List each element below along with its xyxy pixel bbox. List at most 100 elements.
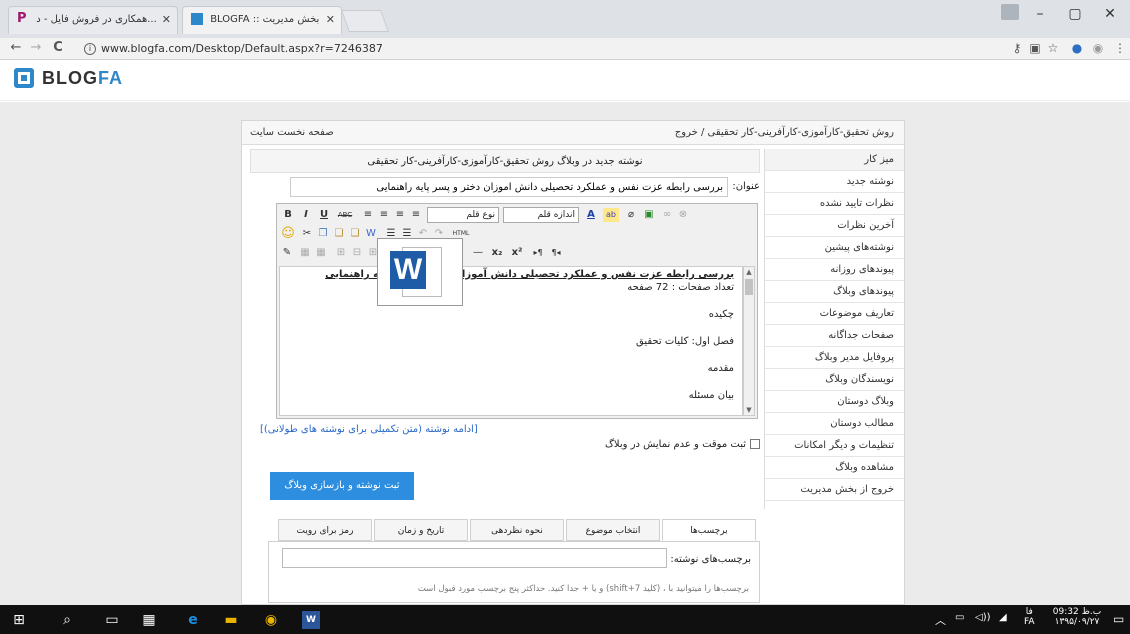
back-button[interactable]: ← bbox=[8, 40, 24, 55]
horizontal-rule-icon[interactable]: — bbox=[471, 246, 485, 260]
extension-icon[interactable]: ◉ bbox=[1090, 41, 1106, 55]
superscript-button[interactable]: x² bbox=[509, 246, 525, 260]
sidebar-item-view-blog[interactable]: مشاهده وبلاگ bbox=[765, 457, 904, 479]
reload-button[interactable]: C bbox=[50, 40, 66, 55]
delete-row-icon[interactable]: ⊟ bbox=[351, 246, 363, 260]
edge-icon[interactable]: e bbox=[184, 611, 202, 629]
sidebar-item-previous-posts[interactable]: نوشته‌های پیشین bbox=[765, 237, 904, 259]
unlink-icon[interactable]: ⊗ bbox=[677, 208, 689, 222]
table-icon[interactable]: ▦ bbox=[299, 246, 311, 260]
info-icon[interactable]: i bbox=[84, 43, 96, 55]
notifications-icon[interactable]: ▭ bbox=[1113, 612, 1124, 626]
paste-icon[interactable]: ❏ bbox=[333, 227, 345, 241]
align-left-icon[interactable]: ≡ bbox=[393, 208, 407, 222]
sidebar-item-friend-posts[interactable]: مطالب دوستان bbox=[765, 413, 904, 435]
word-icon[interactable]: W bbox=[302, 611, 320, 629]
close-tab-icon[interactable]: ✕ bbox=[162, 7, 171, 33]
tab-date-time[interactable]: تاریخ و زمان bbox=[374, 519, 468, 541]
text-color-button[interactable]: A bbox=[585, 208, 597, 222]
draft-checkbox[interactable] bbox=[750, 439, 760, 449]
continue-post-link[interactable]: [ادامه نوشته (متن تکمیلی برای نوشته های … bbox=[260, 424, 478, 435]
rtl-icon[interactable]: ¶◂ bbox=[549, 246, 563, 260]
volume-icon[interactable]: ◁)) bbox=[975, 612, 991, 623]
sidebar-item-settings[interactable]: تنظیمات و دیگر امکانات bbox=[765, 435, 904, 457]
address-bar[interactable]: i www.blogfa.com/Desktop/Default.aspx?r=7… bbox=[84, 39, 884, 58]
network-icon[interactable]: ◢ bbox=[999, 612, 1007, 623]
font-family-select[interactable]: نوع قلم bbox=[427, 207, 499, 223]
italic-button[interactable]: I bbox=[301, 208, 311, 222]
tab-affiliate[interactable]: P همکاری در فروش فایل - د... ✕ bbox=[8, 6, 178, 34]
windows-start-icon[interactable]: ⊞ bbox=[10, 611, 28, 629]
post-title-input[interactable] bbox=[290, 177, 728, 197]
sidebar-item-latest-comments[interactable]: آخرین نظرات bbox=[765, 215, 904, 237]
translate-icon[interactable]: ▣ bbox=[1027, 41, 1043, 55]
tray-chevron-icon[interactable]: ︿ bbox=[935, 612, 946, 628]
eraser-icon[interactable]: ⌀ bbox=[625, 208, 637, 222]
tab-comment-mode[interactable]: نحوه نظردهی bbox=[470, 519, 564, 541]
save-post-button[interactable]: ثبت نوشته و بازسازی وبلاگ bbox=[270, 472, 414, 500]
strikethrough-button[interactable]: ABC bbox=[335, 208, 355, 222]
scroll-thumb[interactable] bbox=[745, 279, 753, 295]
justify-icon[interactable]: ≡ bbox=[409, 208, 423, 222]
sidebar-item-categories[interactable]: تعاریف موضوعات bbox=[765, 303, 904, 325]
paste-text-icon[interactable]: ❏ bbox=[349, 227, 361, 241]
file-explorer-icon[interactable]: ▬ bbox=[222, 611, 240, 629]
close-window-button[interactable]: ✕ bbox=[1095, 6, 1125, 22]
sidebar-item-pages[interactable]: صفحات جداگانه bbox=[765, 325, 904, 347]
edit-table-icon[interactable]: ✎ bbox=[281, 246, 293, 260]
font-size-select[interactable]: اندازه قلم bbox=[503, 207, 579, 223]
link-icon[interactable]: ∞ bbox=[661, 208, 673, 222]
sidebar-item-blog-links[interactable]: پیوندهای وبلاگ bbox=[765, 281, 904, 303]
battery-icon[interactable]: ▭ bbox=[955, 612, 964, 623]
scroll-up-icon[interactable]: ▲ bbox=[744, 268, 754, 276]
tab-tags[interactable]: برچسب‌ها bbox=[662, 519, 756, 541]
editor-content[interactable]: بررسی رابطه عزت نفس و عملکرد تحصیلی دانش… bbox=[279, 266, 743, 416]
profile-icon[interactable] bbox=[1001, 4, 1019, 20]
new-tab-button[interactable] bbox=[340, 10, 390, 32]
emoticon-icon[interactable]: ☺ bbox=[281, 227, 295, 241]
star-icon[interactable]: ☆ bbox=[1045, 41, 1061, 55]
sidebar-item-friend-blogs[interactable]: وبلاگ دوستان bbox=[765, 391, 904, 413]
blogfa-logo-text[interactable]: BLOGFA bbox=[42, 68, 123, 89]
tab-password[interactable]: رمز برای رویت bbox=[278, 519, 372, 541]
sidebar-item-logout[interactable]: خروج از بخش مدیریت bbox=[765, 479, 904, 501]
maximize-button[interactable]: ▢ bbox=[1060, 6, 1090, 22]
tab-category[interactable]: انتخاب موضوع bbox=[566, 519, 660, 541]
subscript-button[interactable]: x₂ bbox=[489, 246, 505, 260]
sidebar-item-authors[interactable]: نویسندگان وبلاگ bbox=[765, 369, 904, 391]
chrome-icon[interactable]: ◉ bbox=[262, 611, 280, 629]
tags-input[interactable] bbox=[282, 548, 667, 568]
tab-blogfa[interactable]: BLOGFA :: بخش مدیریت ✕ bbox=[182, 6, 342, 34]
highlight-button[interactable]: ab bbox=[603, 208, 619, 222]
site-home-link[interactable]: صفحه نخست سایت bbox=[250, 127, 334, 138]
close-tab-icon[interactable]: ✕ bbox=[326, 7, 335, 33]
align-right-icon[interactable]: ≡ bbox=[361, 208, 375, 222]
editor-scrollbar[interactable]: ▲ ▼ bbox=[743, 266, 755, 416]
minimize-button[interactable]: – bbox=[1025, 6, 1055, 22]
search-icon[interactable]: ⌕ bbox=[58, 611, 76, 629]
key-icon[interactable]: ⚷ bbox=[1009, 41, 1025, 55]
underline-button[interactable]: U bbox=[319, 208, 329, 222]
menu-icon[interactable]: ⋮ bbox=[1112, 41, 1128, 55]
ltr-icon[interactable]: ▸¶ bbox=[531, 246, 545, 260]
sidebar-item-pending-comments[interactable]: نظرات تایید نشده bbox=[765, 193, 904, 215]
cut-icon[interactable]: ✂ bbox=[301, 227, 313, 241]
breadcrumb[interactable]: روش تحقیق-کارآموزی-کارآفرینی-کار تحقیقی … bbox=[675, 127, 894, 138]
sidebar-item-daily-links[interactable]: پیوندهای روزانه bbox=[765, 259, 904, 281]
bold-button[interactable]: B bbox=[283, 208, 293, 222]
table-cells-icon[interactable]: ▦ bbox=[315, 246, 327, 260]
clock[interactable]: 09:32 ب.ظ ۱۳۹۵/۰۹/۲۷ bbox=[1048, 607, 1106, 627]
sidebar-item-dashboard[interactable]: میز کار bbox=[765, 149, 904, 171]
language-indicator[interactable]: فا FA bbox=[1024, 607, 1035, 627]
forward-button[interactable]: → bbox=[28, 40, 44, 55]
copy-icon[interactable]: ❐ bbox=[317, 227, 329, 241]
sidebar-item-new-post[interactable]: نوشته جدید bbox=[765, 171, 904, 193]
sidebar-item-profile[interactable]: پروفایل مدیر وبلاگ bbox=[765, 347, 904, 369]
task-view-icon[interactable]: ▭ bbox=[103, 611, 121, 629]
insert-row-icon[interactable]: ⊞ bbox=[335, 246, 347, 260]
paste-word-icon[interactable]: W bbox=[365, 227, 377, 241]
scroll-down-icon[interactable]: ▼ bbox=[744, 406, 754, 414]
calculator-icon[interactable]: ▦ bbox=[140, 611, 158, 629]
align-center-icon[interactable]: ≡ bbox=[377, 208, 391, 222]
image-icon[interactable]: ▣ bbox=[643, 208, 655, 222]
